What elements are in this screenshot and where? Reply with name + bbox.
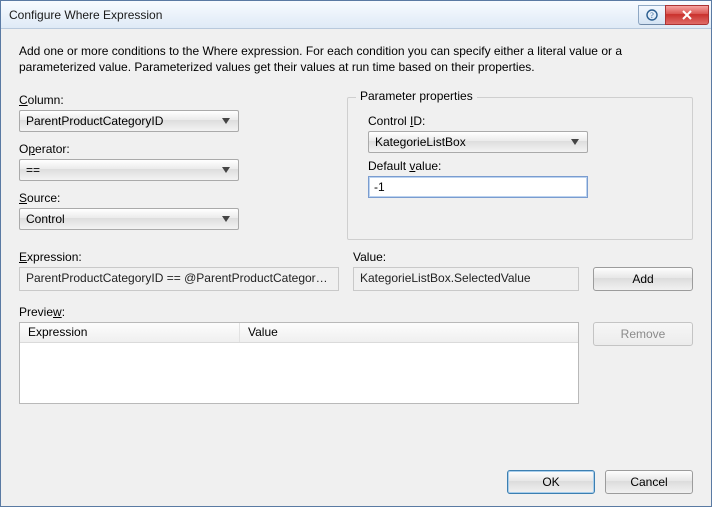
parameter-properties-group: Parameter properties Control ID: Kategor… (347, 97, 693, 240)
operator-combo[interactable]: == (19, 159, 239, 181)
operator-combo-value: == (26, 163, 218, 177)
preview-list-header: Expression Value (20, 323, 578, 343)
chevron-down-icon (218, 111, 234, 131)
column-combo-value: ParentProductCategoryID (26, 114, 218, 128)
preview-label: Preview: (19, 305, 693, 319)
chevron-down-icon (218, 160, 234, 180)
dialog-window: Configure Where Expression ? Add one or … (0, 0, 712, 507)
svg-text:?: ? (650, 11, 654, 20)
preview-col-expression[interactable]: Expression (20, 323, 240, 342)
expression-label: Expression: (19, 250, 339, 264)
chevron-down-icon (567, 132, 583, 152)
column-combo[interactable]: ParentProductCategoryID (19, 110, 239, 132)
preview-listview[interactable]: Expression Value (19, 322, 579, 404)
preview-col-value[interactable]: Value (240, 323, 578, 342)
default-value-input[interactable] (368, 176, 588, 198)
chevron-down-icon (218, 209, 234, 229)
help-button[interactable]: ? (638, 5, 666, 25)
ok-button[interactable]: OK (507, 470, 595, 494)
control-id-combo[interactable]: KategorieListBox (368, 131, 588, 153)
left-column: Column: ParentProductCategoryID Operator… (19, 93, 319, 240)
expression-row: Expression: ParentProductCategoryID == @… (19, 250, 693, 291)
help-icon: ? (646, 9, 658, 21)
close-button[interactable] (665, 5, 709, 25)
default-value-label: Default value: (368, 159, 680, 173)
value-readonly: KategorieListBox.SelectedValue (353, 267, 579, 291)
value-label: Value: (353, 250, 579, 264)
parameter-properties-legend: Parameter properties (356, 89, 477, 103)
cancel-button[interactable]: Cancel (605, 470, 693, 494)
source-combo[interactable]: Control (19, 208, 239, 230)
remove-button: Remove (593, 322, 693, 346)
dialog-footer: OK Cancel (19, 454, 693, 494)
titlebar: Configure Where Expression ? (1, 1, 711, 29)
window-title: Configure Where Expression (9, 8, 639, 22)
expression-readonly: ParentProductCategoryID == @ParentProduc… (19, 267, 339, 291)
add-button[interactable]: Add (593, 267, 693, 291)
titlebar-buttons: ? (639, 5, 709, 25)
operator-label: Operator: (19, 142, 319, 156)
preview-list-body (20, 343, 578, 403)
close-icon (681, 9, 693, 21)
form-grid: Column: ParentProductCategoryID Operator… (19, 93, 693, 240)
control-id-label: Control ID: (368, 114, 680, 128)
client-area: Add one or more conditions to the Where … (1, 29, 711, 506)
column-label: Column: (19, 93, 319, 107)
source-label: Source: (19, 191, 319, 205)
control-id-value: KategorieListBox (375, 135, 567, 149)
source-combo-value: Control (26, 212, 218, 226)
preview-section: Preview: Expression Value Remove (19, 305, 693, 404)
intro-text: Add one or more conditions to the Where … (19, 43, 679, 75)
